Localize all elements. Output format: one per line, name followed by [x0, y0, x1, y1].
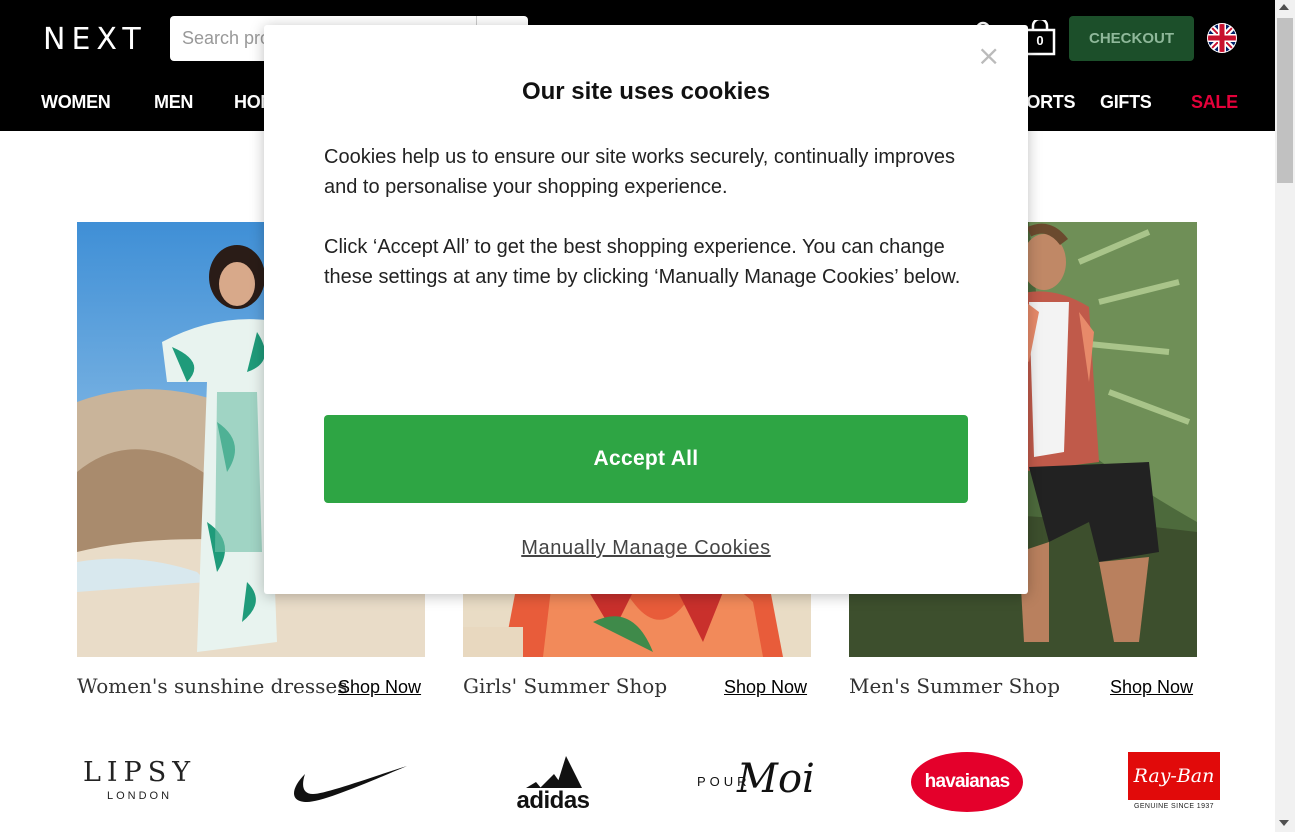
tile-caption-women: Women's sunshine dresses	[77, 674, 348, 698]
cookie-consent-dialog: × Our site uses cookies Cookies help us …	[264, 25, 1028, 594]
nav-men[interactable]: MEN	[154, 92, 193, 113]
scroll-down-arrow-icon[interactable]	[1279, 820, 1289, 826]
ray-ban-sub: GENUINE SINCE 1937	[1134, 803, 1214, 810]
next-logo[interactable]: NEXT	[43, 22, 147, 57]
scroll-up-arrow-icon[interactable]	[1279, 4, 1289, 10]
cookie-description: Cookies help us to ensure our site works…	[324, 146, 956, 198]
scrollbar-thumb[interactable]	[1277, 18, 1293, 183]
adidas-wordmark: adidas	[516, 787, 590, 814]
lipsy-wordmark: LIPSY	[82, 757, 197, 788]
tile-caption-men: Men's Summer Shop	[849, 674, 1061, 698]
manually-manage-cookies-link[interactable]: Manually Manage Cookies	[264, 537, 1028, 560]
cookie-instructions: Click ‘Accept All’ to get the best shopp…	[324, 236, 961, 288]
bag-count: 0	[1036, 33, 1044, 48]
shop-now-women-link[interactable]: Shop Now	[338, 677, 421, 698]
pourmoi-moi: Moi	[737, 756, 815, 802]
uk-flag-icon[interactable]	[1207, 23, 1237, 53]
lipsy-logo[interactable]: LIPSY LONDON	[82, 757, 197, 803]
shop-now-girls-link[interactable]: Shop Now	[724, 677, 807, 698]
ray-ban-badge: Ray-Ban	[1128, 752, 1220, 800]
modal-title: Our site uses cookies	[521, 78, 771, 105]
nav-sale[interactable]: SALE	[1191, 92, 1238, 113]
accept-all-button[interactable]: Accept All	[324, 415, 968, 503]
nike-swoosh-logo[interactable]	[289, 760, 409, 804]
nav-gifts[interactable]: GIFTS	[1100, 92, 1152, 113]
pour-moi-logo[interactable]: POUR Moi	[697, 756, 827, 806]
adidas-logo[interactable]: adidas	[510, 752, 596, 815]
ray-ban-logo[interactable]: Ray-Ban GENUINE SINCE 1937	[1128, 752, 1220, 812]
ray-ban-wordmark: Ray-Ban	[1133, 765, 1215, 787]
havaianas-wordmark: havaianas	[924, 771, 1011, 792]
adidas-stripes-icon	[526, 756, 582, 788]
lipsy-sub: LONDON	[106, 790, 173, 802]
shop-now-men-link[interactable]: Shop Now	[1110, 677, 1193, 698]
nav-women[interactable]: WOMEN	[41, 92, 111, 113]
havaianas-logo[interactable]: havaianas	[911, 752, 1023, 812]
close-icon[interactable]: ×	[977, 42, 1000, 70]
checkout-button[interactable]: CHECKOUT	[1069, 16, 1194, 61]
tile-caption-girls: Girls' Summer Shop	[463, 674, 668, 698]
